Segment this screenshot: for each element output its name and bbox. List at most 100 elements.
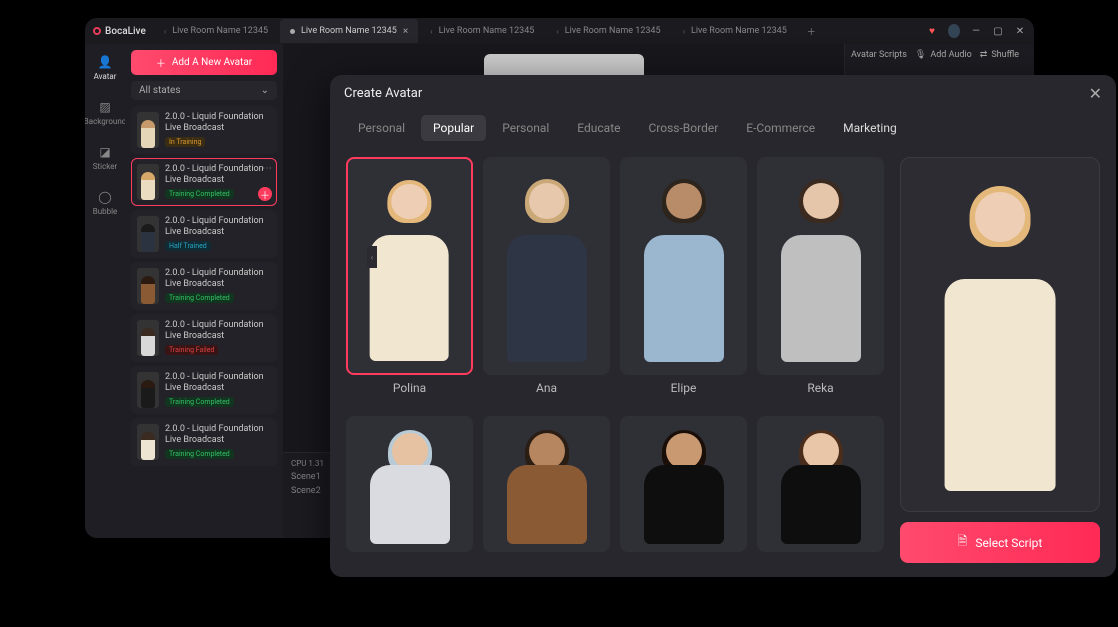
new-tab-button[interactable]: ＋ <box>799 19 824 43</box>
tab-room-5[interactable]: ‹ Live Room Name 12345 <box>673 19 797 43</box>
tab-label: Live Room Name 12345 <box>439 26 535 36</box>
tab-room-2[interactable]: Live Room Name 12345× <box>280 19 418 43</box>
state-filter[interactable]: All states ⌄ <box>131 81 277 100</box>
category-tab-crossborder[interactable]: Cross-Border <box>637 115 731 141</box>
avatar-thumb <box>137 372 159 408</box>
nav-label: Background <box>85 117 126 126</box>
close-icon[interactable]: ✕ <box>1089 84 1102 103</box>
nav-label: Bubble <box>93 207 118 216</box>
avatar-thumb <box>137 216 159 252</box>
shuffle-icon: ⇄ <box>980 50 988 60</box>
tab-room-1[interactable]: ‹ Live Room Name 12345 <box>154 19 278 43</box>
avatar-card[interactable] <box>483 416 610 563</box>
filter-label: All states <box>139 85 180 96</box>
avatar-name: Reka <box>757 381 884 395</box>
avatar-figure <box>634 428 734 551</box>
add-audio-button[interactable]: 🎙Add Audio <box>915 50 972 60</box>
avatar-title: 2.0.0 - Liquid Foundation Live Broadcast <box>165 268 271 290</box>
minimize-icon[interactable]: — <box>970 26 982 37</box>
select-script-label: Select Script <box>975 536 1042 550</box>
category-tab-educate[interactable]: Educate <box>565 115 632 141</box>
avatar-card[interactable]: Reka <box>757 157 884 406</box>
more-icon[interactable]: ⋯ <box>262 163 272 174</box>
chevron-icon: ‹ <box>683 27 685 36</box>
avatar-figure <box>360 428 460 551</box>
add-circle-icon[interactable]: ＋ <box>258 187 272 201</box>
nav-label: Avatar <box>94 72 117 81</box>
avatar-grid: Polina Ana Elipe Reka <box>346 157 884 563</box>
mic-icon: 🎙 <box>915 50 926 60</box>
avatar-list-item[interactable]: 2.0.0 - Liquid Foundation Live Broadcast… <box>131 262 277 310</box>
modal-side: 🗎 Select Script <box>900 157 1100 563</box>
tab-label: Live Room Name 12345 <box>172 26 268 36</box>
nav-avatar[interactable]: 👤 Avatar <box>85 50 125 85</box>
category-tab-personal[interactable]: Personal <box>490 115 561 141</box>
avatar-list-item[interactable]: 2.0.0 - Liquid Foundation Live Broadcast… <box>131 158 277 206</box>
category-tab-popular[interactable]: Popular <box>421 115 486 141</box>
avatar-preview <box>900 157 1100 512</box>
avatar-card[interactable] <box>757 416 884 563</box>
close-icon[interactable]: × <box>403 26 408 37</box>
modal-title: Create Avatar <box>344 86 422 101</box>
chevron-icon: ‹ <box>556 27 558 36</box>
modal-body: Polina Ana Elipe Reka <box>330 147 1116 577</box>
modal-tabs: PersonalPopularPersonalEducateCross-Bord… <box>330 115 1116 141</box>
category-tab-marketing[interactable]: Marketing <box>831 115 909 141</box>
category-tab-ecommerce[interactable]: E-Commerce <box>734 115 827 141</box>
nav-background[interactable]: ▨ Background <box>85 95 125 130</box>
document-icon: 🗎 <box>958 532 968 553</box>
avatar-list-item[interactable]: 2.0.0 - Liquid Foundation Live Broadcast… <box>131 314 277 362</box>
bubble-icon: ◯ <box>97 189 113 205</box>
modal-header: Create Avatar ✕ <box>330 75 1116 111</box>
avatar-card[interactable] <box>346 416 473 563</box>
avatar-thumb <box>137 164 159 200</box>
avatar-thumb <box>137 268 159 304</box>
grid-icon: ▨ <box>97 99 113 115</box>
avatar-thumb <box>137 320 159 356</box>
avatar-thumb <box>137 424 159 460</box>
avatar-card[interactable]: Ana <box>483 157 610 406</box>
avatar-card[interactable]: Polina <box>346 157 473 406</box>
tab-label: Live Room Name 12345 <box>691 26 787 36</box>
tab-room-4[interactable]: ‹Live Room Name 12345 <box>546 19 670 43</box>
status-badge: Training Failed <box>165 345 218 355</box>
nav-sticker[interactable]: ◪ Sticker <box>85 140 125 175</box>
avatar-scripts-label: Avatar Scripts <box>851 50 907 60</box>
avatar-list-item[interactable]: 2.0.0 - Liquid Foundation Live Broadcast… <box>131 210 277 258</box>
nav-bubble[interactable]: ◯ Bubble <box>85 185 125 220</box>
avatar-list-item[interactable]: 2.0.0 - Liquid Foundation Live Broadcast… <box>131 366 277 414</box>
avatar-list-item[interactable]: 2.0.0 - Liquid Foundation Live Broadcast… <box>131 418 277 466</box>
status-badge: In Training <box>165 137 205 147</box>
avatar-title: 2.0.0 - Liquid Foundation Live Broadcast <box>165 164 271 186</box>
avatar-title: 2.0.0 - Liquid Foundation Live Broadcast <box>165 112 271 134</box>
add-avatar-button[interactable]: ＋ Add A New Avatar <box>131 50 277 75</box>
close-icon[interactable]: ✕ <box>1014 26 1026 37</box>
avatar-list-item[interactable]: 2.0.0 - Liquid Foundation Live Broadcast… <box>131 106 277 154</box>
avatar-card[interactable] <box>620 416 747 563</box>
avatar-list: 2.0.0 - Liquid Foundation Live Broadcast… <box>131 106 277 466</box>
shuffle-button[interactable]: ⇄Shuffle <box>980 50 1019 60</box>
maximize-icon[interactable]: ▢ <box>992 26 1004 37</box>
avatar-title: 2.0.0 - Liquid Foundation Live Broadcast <box>165 216 271 238</box>
avatar-figure <box>360 176 458 373</box>
nav-label: Sticker <box>93 162 117 171</box>
collapse-handle[interactable]: ‹ <box>367 246 377 268</box>
preview-figure <box>931 179 1070 511</box>
avatar-figure <box>771 428 871 551</box>
avatar-figure <box>497 428 597 551</box>
avatar-title: 2.0.0 - Liquid Foundation Live Broadcast <box>165 320 271 342</box>
category-tab-personal[interactable]: Personal <box>346 115 417 141</box>
chevron-icon: ‹ <box>164 27 166 36</box>
avatar-name: Ana <box>483 381 610 395</box>
user-avatar-icon[interactable] <box>948 24 960 38</box>
avatar-thumb <box>137 112 159 148</box>
tab-room-3[interactable]: ‹Live Room Name 12345 <box>420 19 544 43</box>
select-script-button[interactable]: 🗎 Select Script <box>900 522 1100 563</box>
create-avatar-modal: Create Avatar ✕ PersonalPopularPersonalE… <box>330 75 1116 577</box>
plus-icon: ＋ <box>156 55 166 70</box>
avatar-card[interactable]: Elipe <box>620 157 747 406</box>
heart-icon[interactable]: ♥ <box>926 26 938 37</box>
window-controls: ♥ — ▢ ✕ <box>926 24 1026 38</box>
avatar-name: Elipe <box>620 381 747 395</box>
status-badge: Training Completed <box>165 293 234 303</box>
